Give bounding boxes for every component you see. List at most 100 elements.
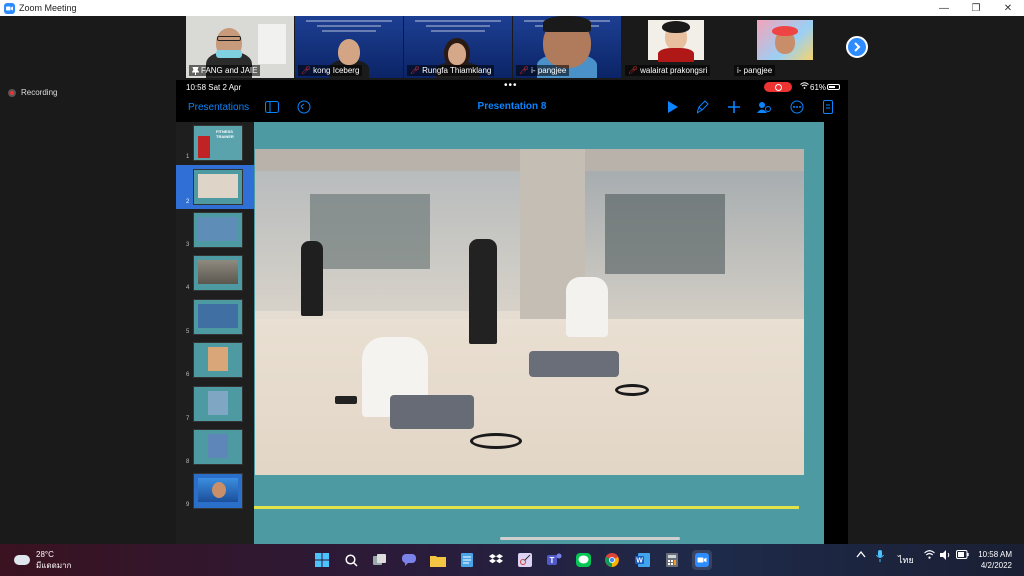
participant-hair: [662, 21, 690, 33]
resistance-band: [470, 433, 522, 449]
background-wall: [258, 24, 286, 64]
child-white-uniform: [566, 277, 608, 337]
svg-text:T: T: [549, 556, 554, 565]
participant-name-label: 🎤︎ kong Iceberg: [298, 65, 363, 76]
battery-tray-icon[interactable]: [956, 550, 969, 561]
format-brush-icon[interactable]: [695, 99, 711, 115]
snipping-tool-icon[interactable]: [515, 550, 535, 570]
meeting-area: FANG and JAIE 🎤︎ kong Iceberg 🎤︎ Rungfa …: [0, 16, 1024, 544]
participant-name-label: i- pangjee: [734, 65, 776, 76]
participant-tile[interactable]: 🎤︎ kong Iceberg: [295, 16, 403, 78]
slide-thumbnail[interactable]: [193, 255, 243, 291]
show-hidden-icons[interactable]: [856, 550, 866, 560]
slide-thumbnail[interactable]: [193, 386, 243, 422]
line-icon[interactable]: [573, 550, 593, 570]
minimize-button[interactable]: —: [928, 0, 960, 16]
battery-icon: [827, 84, 840, 90]
slide-number: 9: [186, 502, 190, 508]
slide-canvas[interactable]: [254, 122, 824, 544]
participant-hat: [772, 26, 798, 36]
participant-name-label: 🎤︎ Rungfa Thiamklang: [407, 65, 495, 76]
slide-number: 8: [186, 459, 190, 465]
participant-tile[interactable]: 🎤︎ Rungfa Thiamklang: [404, 16, 512, 78]
participant-hair: [543, 16, 591, 32]
search-icon[interactable]: [341, 550, 361, 570]
multitask-dots[interactable]: •••: [504, 80, 518, 91]
chat-icon[interactable]: [399, 550, 419, 570]
microphone-icon[interactable]: [876, 550, 884, 564]
chrome-icon[interactable]: [602, 550, 622, 570]
slide-thumbnail[interactable]: FITNESS TRAINER: [193, 125, 243, 161]
slide-thumbnail[interactable]: [193, 429, 243, 465]
svg-text:W: W: [636, 558, 643, 565]
thumbnail-caption: FITNESS TRAINER: [216, 129, 234, 139]
volume-icon[interactable]: [940, 550, 951, 562]
collaborate-icon[interactable]: [756, 99, 772, 115]
glasses: [217, 36, 241, 41]
step-platform: [529, 351, 619, 377]
zoom-taskbar-icon[interactable]: [692, 550, 712, 570]
presentation-title: Presentation 8: [477, 101, 547, 112]
face-mask: [216, 50, 242, 58]
slide-navigator: FITNESS TRAINER 1 2 3 4 5 6 7 8 9: [176, 122, 254, 544]
participant-name: walairat prakongsri: [640, 66, 708, 75]
slide-thumbnail[interactable]: [193, 169, 243, 205]
slide-thumbnail[interactable]: [193, 473, 243, 509]
network-icon[interactable]: [924, 550, 935, 561]
participant-name: kong Iceberg: [313, 66, 360, 75]
chevron-right-icon: [854, 42, 861, 52]
dropbox-icon[interactable]: [486, 550, 506, 570]
recording-label: Recording: [21, 88, 58, 97]
accent-line: [254, 506, 799, 509]
screen-edge: [824, 122, 848, 544]
document-icon[interactable]: [820, 99, 836, 115]
participant-name-label: 🎤︎ i- pangjee: [516, 65, 570, 76]
resistance-band: [615, 384, 649, 396]
slide-thumbnail[interactable]: [193, 342, 243, 378]
teams-icon[interactable]: T: [544, 550, 564, 570]
more-icon[interactable]: [789, 99, 805, 115]
file-explorer-icon[interactable]: [428, 550, 448, 570]
person-standing: [469, 239, 497, 344]
participant-name-label: 🎤︎ walairat prakongsri: [625, 65, 711, 76]
close-button[interactable]: ✕: [992, 0, 1024, 16]
participant-name-label: FANG and JAIE: [189, 65, 261, 76]
participant-name: Rungfa Thiamklang: [422, 66, 492, 75]
maximize-button[interactable]: ❐: [960, 0, 992, 16]
weather-widget[interactable]: 28°C มีแดดมาก: [14, 549, 71, 571]
slide-number: 3: [186, 242, 190, 248]
calculator-icon[interactable]: [662, 550, 682, 570]
weather-desc: มีแดดมาก: [36, 561, 72, 570]
taskbar-clock[interactable]: 10:58 AM 4/2/2022: [978, 549, 1012, 571]
clock-time: 10:58 AM: [978, 550, 1012, 559]
input-language[interactable]: ไทย: [898, 553, 914, 567]
slide-thumbnail[interactable]: [193, 299, 243, 335]
trainer-figure: [198, 136, 210, 158]
participant-tile[interactable]: FANG and JAIE: [186, 16, 294, 78]
screen-record-icon: [764, 82, 792, 92]
participant-name: i- pangjee: [531, 66, 567, 75]
participant-face: [338, 39, 360, 65]
recording-indicator[interactable]: Recording: [8, 88, 57, 97]
participant-body: [658, 48, 694, 62]
start-icon[interactable]: [312, 550, 332, 570]
clock-date: 4/2/2022: [980, 561, 1012, 570]
task-view-icon[interactable]: [370, 550, 390, 570]
slide-thumbnail[interactable]: [193, 212, 243, 248]
add-icon[interactable]: [726, 99, 742, 115]
person-standing: [301, 241, 323, 316]
participant-tile[interactable]: 🎤︎ walairat prakongsri: [622, 16, 730, 78]
taskbar: 28°C มีแดดมาก T W ไทย 10:58 AM 4/2/2022: [0, 544, 1024, 576]
step-platform: [390, 395, 474, 429]
next-page-button[interactable]: [846, 36, 868, 58]
word-icon[interactable]: W: [632, 550, 652, 570]
participant-face: [448, 43, 466, 65]
participant-tile[interactable]: i- pangjee: [731, 16, 839, 78]
slide-photo: [255, 149, 804, 475]
notepad-icon[interactable]: [457, 550, 477, 570]
slide-number: 6: [186, 372, 190, 378]
play-icon[interactable]: [665, 99, 681, 115]
participant-tile[interactable]: 🎤︎ i- pangjee: [513, 16, 621, 78]
home-indicator[interactable]: [500, 537, 680, 540]
record-icon: [8, 88, 16, 97]
